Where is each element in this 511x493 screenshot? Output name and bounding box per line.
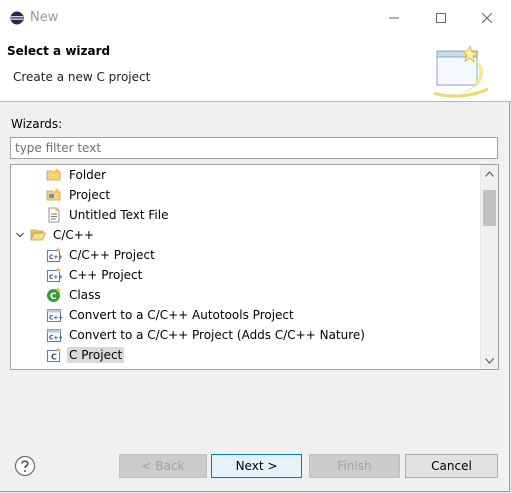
tree-item-label: C Project (67, 347, 125, 363)
svg-text:C++: C++ (49, 335, 62, 342)
tree-item-label: C++ Project (69, 268, 143, 282)
scroll-thumb[interactable] (483, 190, 496, 226)
convert-icon: C++ (46, 327, 62, 343)
cpp-project-icon: C++ (46, 267, 62, 283)
filter-input[interactable] (10, 137, 498, 159)
tree-item-label: Untitled Text File (69, 208, 169, 222)
c-project-icon: C (46, 347, 62, 363)
finish-button[interactable]: Finish (309, 454, 400, 478)
tree-item-label: Convert to a C/C++ Project (Adds C/C++ N… (69, 328, 365, 342)
svg-text:C++: C++ (49, 274, 62, 281)
tree-item-project[interactable]: Project (46, 185, 112, 205)
maximize-button[interactable] (418, 0, 464, 36)
tree-scrollbar[interactable] (480, 165, 498, 369)
help-icon (14, 455, 36, 477)
tree-item-label: Folder (69, 168, 107, 182)
tree-item-cpp-category[interactable]: C/C++ (11, 225, 481, 245)
banner-description: Create a new C project (13, 70, 151, 84)
wizard-tree[interactable]: Folder Project Untitled Text File C/C++ (10, 164, 499, 370)
tree-item-c-plus-plus-project[interactable]: C++ C++ Project (46, 265, 144, 285)
cpp-project-icon: C++ (46, 247, 62, 263)
window-title: New (30, 10, 59, 25)
text-file-icon (46, 207, 62, 223)
title-bar: New (0, 0, 511, 36)
tree-item-label: Class (69, 288, 101, 302)
class-icon: C (46, 287, 62, 303)
tree-item-cpp-project[interactable]: C++ C/C++ Project (46, 245, 157, 265)
tree-item-label: C/C++ Project (69, 248, 155, 262)
cancel-button[interactable]: Cancel (405, 454, 498, 478)
svg-text:C: C (50, 292, 57, 302)
eclipse-icon (10, 11, 25, 25)
banner-title: Select a wizard (7, 44, 111, 58)
chevron-down-icon[interactable] (15, 230, 25, 240)
scroll-down-button[interactable] (481, 352, 498, 369)
tree-item-untitled-text-file[interactable]: Untitled Text File (46, 205, 170, 225)
help-button[interactable] (14, 455, 36, 477)
back-button[interactable]: < Back (119, 454, 207, 478)
tree-item-class[interactable]: C Class (46, 285, 103, 305)
svg-text:C++: C++ (49, 254, 62, 261)
convert-icon: C++ (46, 307, 62, 323)
project-icon (46, 187, 62, 203)
tree-item-label: C/C++ (53, 228, 94, 242)
svg-text:C++: C++ (49, 315, 62, 322)
wizard-banner: Select a wizard Create a new C project (0, 36, 511, 102)
tree-item-label: Project (69, 188, 111, 202)
folder-new-icon (46, 167, 62, 183)
minimize-button[interactable] (371, 0, 417, 36)
next-button[interactable]: Next > (211, 454, 302, 478)
scroll-up-button[interactable] (481, 165, 498, 182)
wizards-label: Wizards: (11, 117, 63, 131)
tree-item-folder[interactable]: Folder (46, 165, 108, 185)
tree-item-convert-nature[interactable]: C++ Convert to a C/C++ Project (Adds C/C… (46, 325, 367, 345)
new-wizard-dialog: New Select a wizard Create a new C proje… (0, 0, 511, 492)
wizard-banner-icon (432, 43, 492, 99)
open-folder-icon (30, 227, 46, 243)
tree-item-convert-autotools[interactable]: C++ Convert to a C/C++ Autotools Project (46, 305, 296, 325)
tree-item-c-project[interactable]: C C Project (46, 345, 125, 365)
tree-item-label: Convert to a C/C++ Autotools Project (69, 308, 294, 322)
close-button[interactable] (464, 0, 510, 36)
svg-text:C: C (51, 353, 57, 362)
